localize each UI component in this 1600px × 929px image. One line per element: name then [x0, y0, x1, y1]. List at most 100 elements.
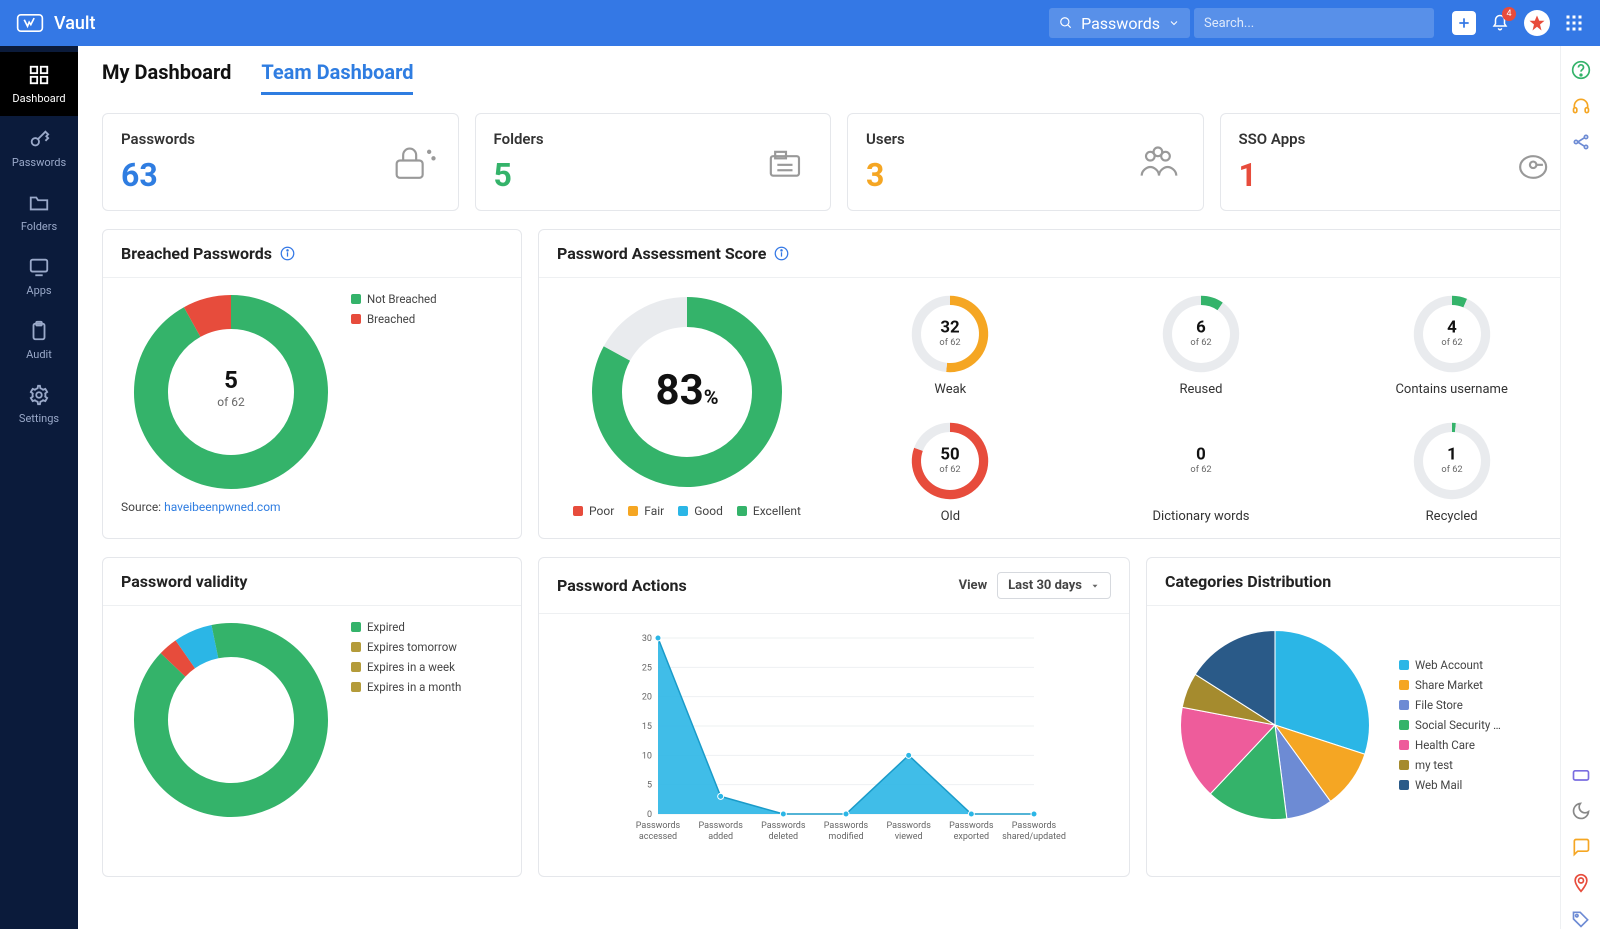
svg-text:10: 10	[642, 751, 652, 761]
actions-area-chart: 051015202530PasswordsaccessedPasswordsad…	[557, 628, 1111, 858]
svg-text:1: 1	[1447, 444, 1457, 464]
summary-label: Passwords	[121, 130, 195, 148]
svg-text:Passwords: Passwords	[698, 821, 743, 831]
range-dropdown-label: Last 30 days	[1008, 578, 1082, 593]
dashboard-icon	[28, 64, 50, 86]
sidebar-item-dashboard[interactable]: Dashboard	[0, 52, 78, 116]
sidebar-item-apps[interactable]: Apps	[0, 244, 78, 308]
sidebar-item-label: Passwords	[12, 156, 66, 169]
actions-title: Password Actions	[557, 576, 687, 595]
range-dropdown[interactable]: Last 30 days	[997, 572, 1111, 599]
sidebar-item-audit[interactable]: Audit	[0, 308, 78, 372]
legend-item: Expires in a month	[351, 680, 461, 694]
sidebar-item-label: Audit	[26, 348, 52, 361]
keyboard-icon[interactable]	[1571, 765, 1591, 785]
main-content: My Dashboard Team Dashboard Passwords 63…	[78, 46, 1600, 929]
app-logo[interactable]: Vault	[16, 11, 96, 35]
metric-reused[interactable]: 6of 62 Reused	[1096, 292, 1307, 397]
app-title: Vault	[54, 13, 96, 34]
sidebar-item-label: Apps	[26, 284, 51, 297]
sidebar-item-settings[interactable]: Settings	[0, 372, 78, 436]
legend-item: my test	[1399, 758, 1501, 772]
svg-text:25: 25	[642, 663, 652, 673]
breached-donut-chart: 5of 62	[121, 292, 341, 492]
legend-item: Breached	[351, 312, 437, 326]
metric-old[interactable]: 50of 62 Old	[845, 419, 1056, 524]
assessment-panel: Password Assessment Score 83% PoorFairGo…	[538, 229, 1576, 539]
actions-panel: Password Actions View Last 30 days 05101…	[538, 557, 1130, 877]
legend-item: Expired	[351, 620, 461, 634]
breached-source-link[interactable]: haveibeenpwned.com	[164, 500, 280, 514]
svg-text:modified: modified	[828, 832, 863, 842]
legend-item: Excellent	[737, 504, 801, 518]
sidebar-item-passwords[interactable]: Passwords	[0, 116, 78, 180]
summary-label: Users	[866, 130, 905, 148]
clipboard-icon	[28, 320, 50, 342]
legend-item: File Store	[1399, 698, 1501, 712]
summary-card-folders[interactable]: Folders 5	[475, 113, 832, 211]
svg-text:Passwords: Passwords	[761, 821, 806, 831]
svg-text:Passwords: Passwords	[636, 821, 681, 831]
search-icon	[1059, 16, 1073, 30]
notifications-button[interactable]: 4	[1490, 13, 1510, 33]
moon-icon[interactable]	[1571, 801, 1591, 821]
summary-card-users[interactable]: Users 3	[847, 113, 1204, 211]
legend-item: Health Care	[1399, 738, 1501, 752]
caret-down-icon	[1090, 581, 1100, 591]
tab-my-dashboard[interactable]: My Dashboard	[102, 60, 231, 95]
headphones-icon[interactable]	[1571, 96, 1591, 116]
add-button[interactable]	[1452, 11, 1476, 35]
svg-text:of 62: of 62	[1441, 464, 1462, 475]
key-icon	[28, 128, 50, 150]
tag-icon[interactable]	[1571, 909, 1591, 929]
svg-text:5: 5	[647, 781, 652, 791]
svg-text:accessed: accessed	[639, 832, 677, 842]
info-icon[interactable]	[280, 246, 295, 261]
avatar-icon	[1528, 14, 1546, 32]
svg-text:30: 30	[642, 634, 652, 644]
summary-icon	[1505, 141, 1557, 183]
metric-label: Recycled	[1426, 509, 1478, 524]
svg-text:83%: 83%	[656, 366, 719, 415]
summary-value: 5	[494, 156, 544, 194]
summary-value: 3	[866, 156, 905, 194]
metric-recycled[interactable]: 1of 62 Recycled	[1346, 419, 1557, 524]
monitor-icon	[28, 256, 50, 278]
breached-legend: Not BreachedBreached	[351, 292, 437, 492]
legend-item: Poor	[573, 504, 614, 518]
breached-title: Breached Passwords	[121, 244, 272, 263]
share-icon[interactable]	[1571, 132, 1591, 152]
chevron-down-icon	[1168, 17, 1180, 29]
validity-donut-chart	[121, 620, 341, 820]
sidebar-item-label: Dashboard	[12, 92, 65, 105]
pin-icon[interactable]	[1571, 873, 1591, 893]
scope-selector[interactable]: Passwords	[1049, 8, 1190, 38]
svg-text:6: 6	[1196, 317, 1206, 337]
svg-text:Passwords: Passwords	[949, 821, 994, 831]
apps-grid-button[interactable]	[1564, 13, 1584, 33]
legend-item: Social Security …	[1399, 718, 1501, 732]
help-icon[interactable]	[1571, 60, 1591, 80]
breached-source-prefix: Source:	[121, 500, 164, 514]
metric-weak[interactable]: 32of 62 Weak	[845, 292, 1056, 397]
svg-text:of 62: of 62	[940, 337, 961, 348]
info-icon[interactable]	[774, 246, 789, 261]
metric-label: Weak	[934, 382, 966, 397]
search-input[interactable]	[1204, 16, 1424, 31]
summary-card-passwords[interactable]: Passwords 63	[102, 113, 459, 211]
profile-avatar[interactable]	[1524, 10, 1550, 36]
summary-card-sso apps[interactable]: SSO Apps 1	[1220, 113, 1577, 211]
sidebar-item-folders[interactable]: Folders	[0, 180, 78, 244]
right-rail	[1560, 46, 1600, 929]
search-box[interactable]	[1194, 8, 1434, 38]
legend-item: Share Market	[1399, 678, 1501, 692]
svg-text:deleted: deleted	[769, 832, 799, 842]
legend-item: Expires tomorrow	[351, 640, 461, 654]
chat-icon[interactable]	[1571, 837, 1591, 857]
sidebar-item-label: Folders	[21, 220, 57, 233]
scope-selector-label: Passwords	[1081, 14, 1160, 33]
metric-dictionary words[interactable]: 0of 62 Dictionary words	[1096, 419, 1307, 524]
plus-icon	[1457, 16, 1471, 30]
tab-team-dashboard[interactable]: Team Dashboard	[261, 60, 413, 95]
metric-contains username[interactable]: 4of 62 Contains username	[1346, 292, 1557, 397]
